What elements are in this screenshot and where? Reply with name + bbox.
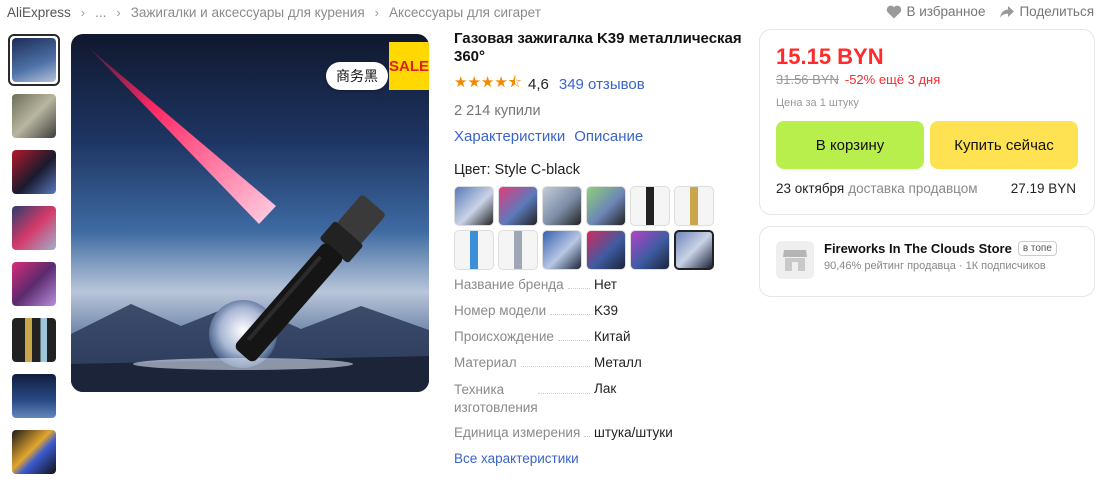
- specs-table: Название бренда Нет Номер модели K39 Про…: [454, 277, 754, 466]
- store-name-row: Fireworks In The Clouds Store в топе: [824, 241, 1057, 256]
- reviews-link[interactable]: 349 отзывов: [559, 76, 645, 93]
- spec-value: Китай: [594, 329, 631, 344]
- delivery-price: 27.19 BYN: [1010, 181, 1076, 196]
- share-icon: [1000, 5, 1015, 18]
- share-button[interactable]: Поделиться: [999, 4, 1094, 19]
- color-swatch[interactable]: [586, 186, 626, 226]
- color-swatch[interactable]: [630, 186, 670, 226]
- specs-link[interactable]: Характеристики: [454, 128, 565, 145]
- color-swatch[interactable]: [674, 186, 714, 226]
- delivery-date: 23 октября: [776, 181, 845, 196]
- discount-label: -52% ещё 3 дня: [844, 72, 941, 87]
- product-info: Газовая зажигалка K39 металлическая 360°…: [454, 30, 744, 270]
- spec-row: Название бренда Нет: [454, 277, 754, 303]
- chevron-right-icon: ›: [116, 4, 121, 20]
- favorite-button[interactable]: В избранное: [886, 4, 985, 19]
- buy-buttons: В корзину Купить сейчас: [776, 121, 1078, 169]
- color-swatch[interactable]: [498, 230, 538, 270]
- spec-value: Нет: [594, 277, 617, 292]
- chevron-right-icon: ›: [374, 4, 380, 20]
- store-card[interactable]: Fireworks In The Clouds Store в топе 90,…: [759, 226, 1095, 297]
- spec-row: Единица измерения штука/штуки: [454, 425, 754, 451]
- color-swatch[interactable]: [454, 230, 494, 270]
- breadcrumb-ellipsis-link[interactable]: ...: [95, 5, 106, 20]
- color-swatch[interactable]: [586, 230, 626, 270]
- all-specs-link[interactable]: Все характеристики: [454, 451, 754, 466]
- spec-key: Название бренда: [454, 277, 564, 292]
- share-label: Поделиться: [1019, 4, 1094, 19]
- favorite-label: В избранное: [906, 4, 986, 19]
- heart-icon: [887, 5, 902, 19]
- spec-row: Материал Металл: [454, 355, 754, 381]
- breadcrumb-subcategory-link[interactable]: Аксессуары для сигарет: [389, 5, 541, 20]
- thumbnail-2[interactable]: [8, 90, 60, 142]
- breadcrumb: AliExpress › ... › Зажигалки и аксессуар…: [7, 4, 541, 20]
- rating-value: 4,6: [528, 76, 549, 93]
- current-price: 15.15 BYN: [776, 44, 884, 69]
- color-label: Цвет: Style C-black: [454, 162, 580, 178]
- store-top-badge: в топе: [1017, 241, 1057, 256]
- old-price-row: 31.56 BYN -52% ещё 3 дня: [776, 72, 1078, 87]
- thumbnail-3[interactable]: [8, 146, 60, 198]
- product-title: Газовая зажигалка K39 металлическая 360°: [454, 30, 742, 65]
- color-swatches: [454, 186, 744, 270]
- color-swatch[interactable]: [542, 230, 582, 270]
- spec-row: Номер модели K39: [454, 303, 754, 329]
- spec-value: штука/штуки: [594, 425, 673, 440]
- spec-key: Единица измерения: [454, 425, 581, 440]
- product-main-image[interactable]: 商务黑 SALE: [71, 34, 429, 392]
- delivery-method: доставка продавцом: [848, 181, 978, 196]
- variant-badge: 商务黑: [326, 62, 388, 90]
- color-swatch[interactable]: [542, 186, 582, 226]
- breadcrumb-home-link[interactable]: AliExpress: [7, 5, 71, 20]
- old-price: 31.56 BYN: [776, 72, 839, 87]
- store-icon: [776, 241, 814, 279]
- spec-key: Техника изготовления: [454, 382, 538, 415]
- chevron-right-icon: ›: [80, 4, 86, 20]
- spec-value: Лак: [594, 381, 617, 396]
- color-swatch-selected[interactable]: [674, 230, 714, 270]
- delivery-row: 23 октября доставка продавцом 27.19 BYN: [776, 181, 1078, 196]
- spec-key: Происхождение: [454, 329, 554, 344]
- color-swatch[interactable]: [498, 186, 538, 226]
- spec-row: Техника изготовления Лак: [454, 381, 754, 425]
- top-actions: В избранное Поделиться: [886, 4, 1094, 19]
- sold-count: 2 214 купили: [454, 103, 541, 119]
- thumbnail-4[interactable]: [8, 202, 60, 254]
- add-to-cart-button[interactable]: В корзину: [776, 121, 924, 169]
- color-swatch[interactable]: [630, 230, 670, 270]
- rating-stars-icon: ★★★★⯪: [454, 74, 522, 91]
- price-per-unit: Цена за 1 штуку: [776, 97, 859, 109]
- spec-value: Металл: [594, 355, 642, 370]
- sale-badge: SALE: [389, 42, 429, 90]
- buy-box: 15.15 BYN 31.56 BYN -52% ещё 3 дня Цена …: [759, 29, 1095, 215]
- spec-key: Номер модели: [454, 303, 547, 318]
- thumbnail-6[interactable]: [8, 314, 60, 366]
- spec-row: Происхождение Китай: [454, 329, 754, 355]
- thumbnail-1[interactable]: [8, 34, 60, 86]
- spec-key: Материал: [454, 355, 517, 370]
- color-swatch[interactable]: [454, 186, 494, 226]
- store-stats: 90,46% рейтинг продавца · 1К подписчиков: [824, 260, 1046, 272]
- info-links: Характеристики Описание: [454, 128, 744, 145]
- thumbnail-list: [8, 34, 62, 482]
- breadcrumb-category-link[interactable]: Зажигалки и аксессуары для курения: [131, 5, 365, 20]
- spec-value: K39: [594, 303, 619, 318]
- thumbnail-5[interactable]: [8, 258, 60, 310]
- rating-row: ★★★★⯪ 4,6 349 отзывов: [454, 72, 744, 97]
- thumbnail-7[interactable]: [8, 370, 60, 422]
- store-name[interactable]: Fireworks In The Clouds Store: [824, 241, 1012, 256]
- buy-now-button[interactable]: Купить сейчас: [930, 121, 1078, 169]
- description-link[interactable]: Описание: [574, 128, 643, 145]
- thumbnail-8[interactable]: [8, 426, 60, 478]
